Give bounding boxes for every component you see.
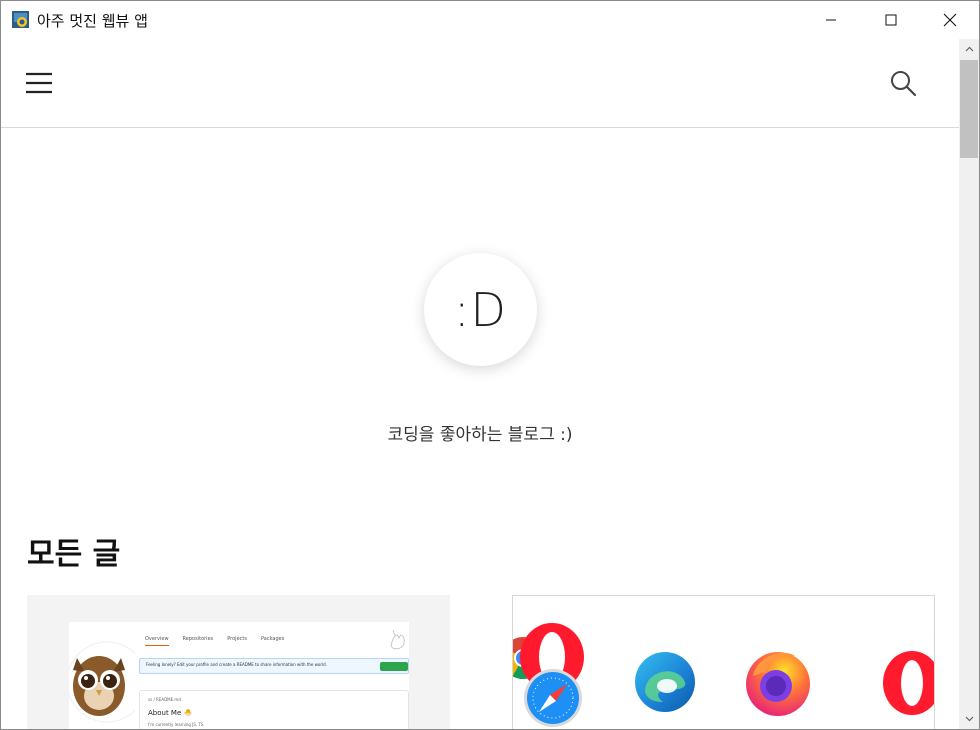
scroll-thumb[interactable]: [960, 60, 978, 158]
thumb-readme-header: ss / README.md: [148, 697, 181, 702]
firefox-icon: [746, 652, 810, 716]
title-bar[interactable]: 아주 멋진 웹뷰 앱: [1, 1, 979, 39]
thumb-tab: Packages: [260, 636, 285, 642]
scroll-up-button[interactable]: [959, 39, 979, 59]
thumb-readme-title: About Me 🐣: [148, 709, 193, 717]
opera-icon: [883, 651, 934, 715]
close-button[interactable]: [921, 1, 979, 39]
post-thumbnail: Overview Repositories Projects Packages …: [69, 622, 409, 729]
chevron-down-icon: [965, 716, 973, 722]
thumb-tab: Projects: [227, 636, 247, 642]
scrollbar[interactable]: [959, 39, 979, 729]
post-card[interactable]: Overview Repositories Projects Packages …: [27, 595, 450, 729]
minimize-button[interactable]: [802, 1, 860, 39]
thumb-tabs: Overview Repositories Projects Packages: [145, 636, 284, 646]
app-icon: [12, 11, 29, 28]
scroll-down-button[interactable]: [959, 709, 979, 729]
chevron-up-icon: [965, 46, 973, 52]
blog-tagline: 코딩을 좋아하는 블로그 :): [387, 425, 573, 445]
thumb-readme-box: ss / README.md About Me 🐣 I'm currently …: [139, 690, 409, 729]
owl-avatar-icon: [69, 641, 135, 723]
site-header: [1, 39, 959, 128]
window-title: 아주 멋진 웹뷰 앱: [37, 12, 148, 30]
section-title: 모든 글: [27, 537, 121, 572]
thumb-tab: Overview: [145, 636, 169, 646]
profile-avatar: :D: [424, 253, 537, 366]
menu-icon[interactable]: [25, 72, 53, 94]
app-window: 아주 멋진 웹뷰 앱:D 코딩을 좋아하는 블로그:) 모든 글 Overv…: [0, 0, 980, 730]
close-icon: [943, 13, 957, 27]
search-icon[interactable]: [889, 69, 917, 97]
sketch-icon: [390, 629, 405, 650]
thumb-banner-button: [380, 662, 408, 671]
thumb-banner-text: Feeling lonely? Edit your profile and cr…: [146, 662, 327, 667]
edge-icon: [635, 652, 695, 712]
post-card[interactable]: [512, 595, 935, 729]
avatar-text: :D: [454, 282, 507, 337]
thumb-readme-line: I'm currently learning JS, TS: [148, 722, 204, 727]
safari-icon: [524, 669, 582, 727]
minimize-icon: [826, 19, 836, 21]
thumb-banner: Feeling lonely? Edit your profile and cr…: [139, 658, 409, 674]
thumb-tab: Repositories: [182, 636, 214, 642]
webview: :D 코딩을 좋아하는 블로그 :) 모든 글 Overview Reposit…: [1, 39, 959, 729]
maximize-button[interactable]: [862, 1, 920, 39]
maximize-icon: [885, 14, 897, 26]
